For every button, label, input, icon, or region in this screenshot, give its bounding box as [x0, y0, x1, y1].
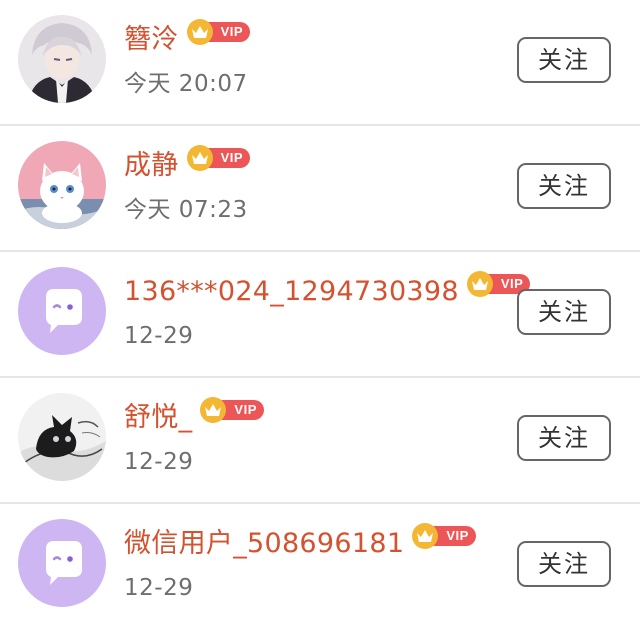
timestamp: 12-29 [124, 575, 194, 601]
list-item[interactable]: 成静 VIP 今天 07:23 关注 [0, 126, 640, 252]
user-name[interactable]: 舒悦_ [124, 398, 192, 438]
avatar[interactable] [18, 141, 106, 229]
vip-badge: VIP [412, 523, 476, 549]
follow-button[interactable]: 关注 [517, 163, 611, 209]
crown-icon [466, 271, 493, 297]
avatar[interactable] [18, 519, 106, 607]
default-chat-avatar-icon [18, 519, 106, 607]
list-item[interactable]: 微信用户_508696181 VIP 12-29 关注 [0, 504, 640, 617]
user-name[interactable]: 成静 [124, 146, 179, 186]
anime-boy-avatar-icon [18, 15, 106, 103]
list-item[interactable]: 136***024_1294730398 VIP 12-29 关注 [0, 252, 640, 378]
vip-badge: VIP [200, 397, 264, 423]
list-item[interactable]: 簪泠 VIP 今天 20:07 关注 [0, 0, 640, 126]
timestamp: 12-29 [124, 449, 194, 475]
follow-button[interactable]: 关注 [517, 541, 611, 587]
vip-badge: VIP [186, 145, 251, 171]
follower-list: 簪泠 VIP 今天 20:07 关注 成静 VIP 今天 07:23 关注 13… [0, 0, 640, 617]
user-name[interactable]: 136***024_1294730398 [124, 272, 459, 312]
vip-badge: VIP [186, 19, 251, 45]
follow-button[interactable]: 关注 [517, 289, 611, 335]
user-name[interactable]: 微信用户_508696181 [124, 524, 404, 564]
white-cat-avatar-icon [18, 141, 106, 229]
timestamp: 今天 20:07 [124, 71, 248, 97]
default-chat-avatar-icon [18, 267, 106, 355]
crown-icon [186, 145, 213, 171]
list-item[interactable]: 舒悦_ VIP 12-29 关注 [0, 378, 640, 504]
user-name[interactable]: 簪泠 [124, 20, 179, 60]
black-cat-sketch-avatar-icon [18, 393, 106, 481]
avatar[interactable] [18, 267, 106, 355]
follow-button[interactable]: 关注 [517, 415, 611, 461]
timestamp: 今天 07:23 [124, 197, 248, 223]
follow-button[interactable]: 关注 [517, 37, 611, 83]
avatar[interactable] [18, 393, 106, 481]
avatar[interactable] [18, 15, 106, 103]
crown-icon [186, 19, 213, 45]
timestamp: 12-29 [124, 323, 194, 349]
